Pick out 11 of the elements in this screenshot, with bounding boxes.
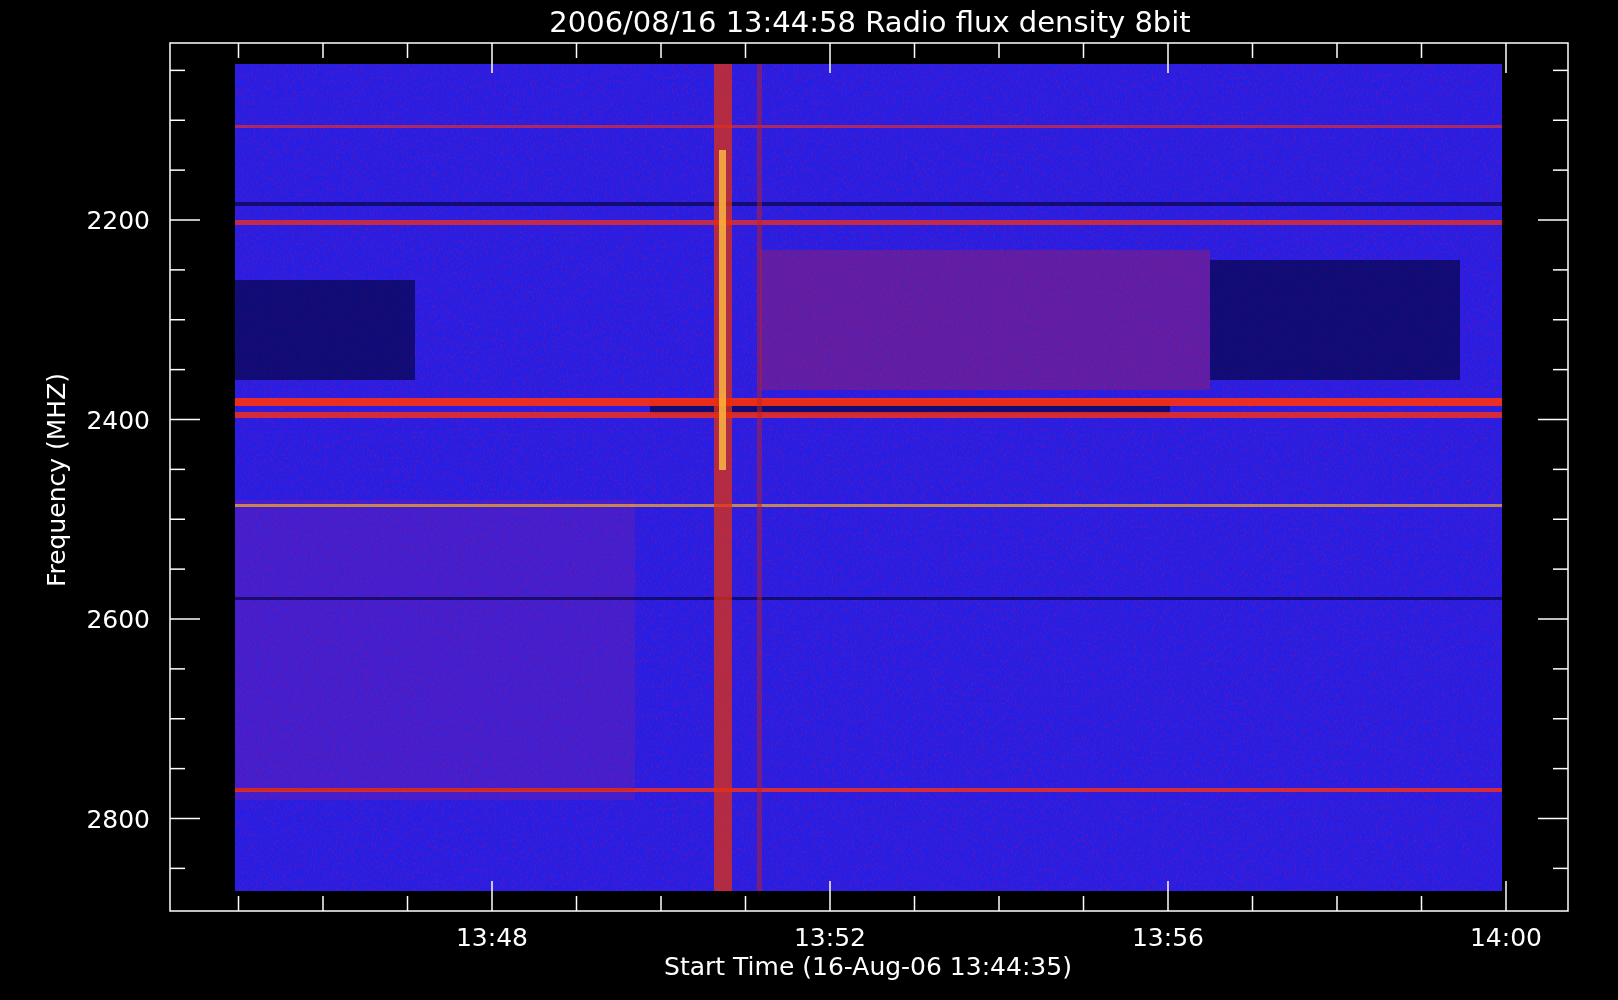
x-tick-label: 13:52: [794, 923, 866, 952]
x-axis-label: Start Time (16-Aug-06 13:44:35): [664, 952, 1072, 981]
y-tick-label: 2600: [86, 605, 150, 634]
x-tick-label: 13:48: [456, 923, 528, 952]
chart-title: 2006/08/16 13:44:58 Radio flux density 8bit: [549, 5, 1191, 39]
x-tick-label: 13:56: [1132, 923, 1204, 952]
y-axis-label: Frequency (MHZ): [42, 372, 71, 588]
x-tick-label: 14:00: [1470, 923, 1542, 952]
y-tick-label: 2200: [86, 206, 150, 235]
y-tick-label: 2400: [86, 405, 150, 435]
y-tick-label: 2800: [86, 804, 150, 834]
